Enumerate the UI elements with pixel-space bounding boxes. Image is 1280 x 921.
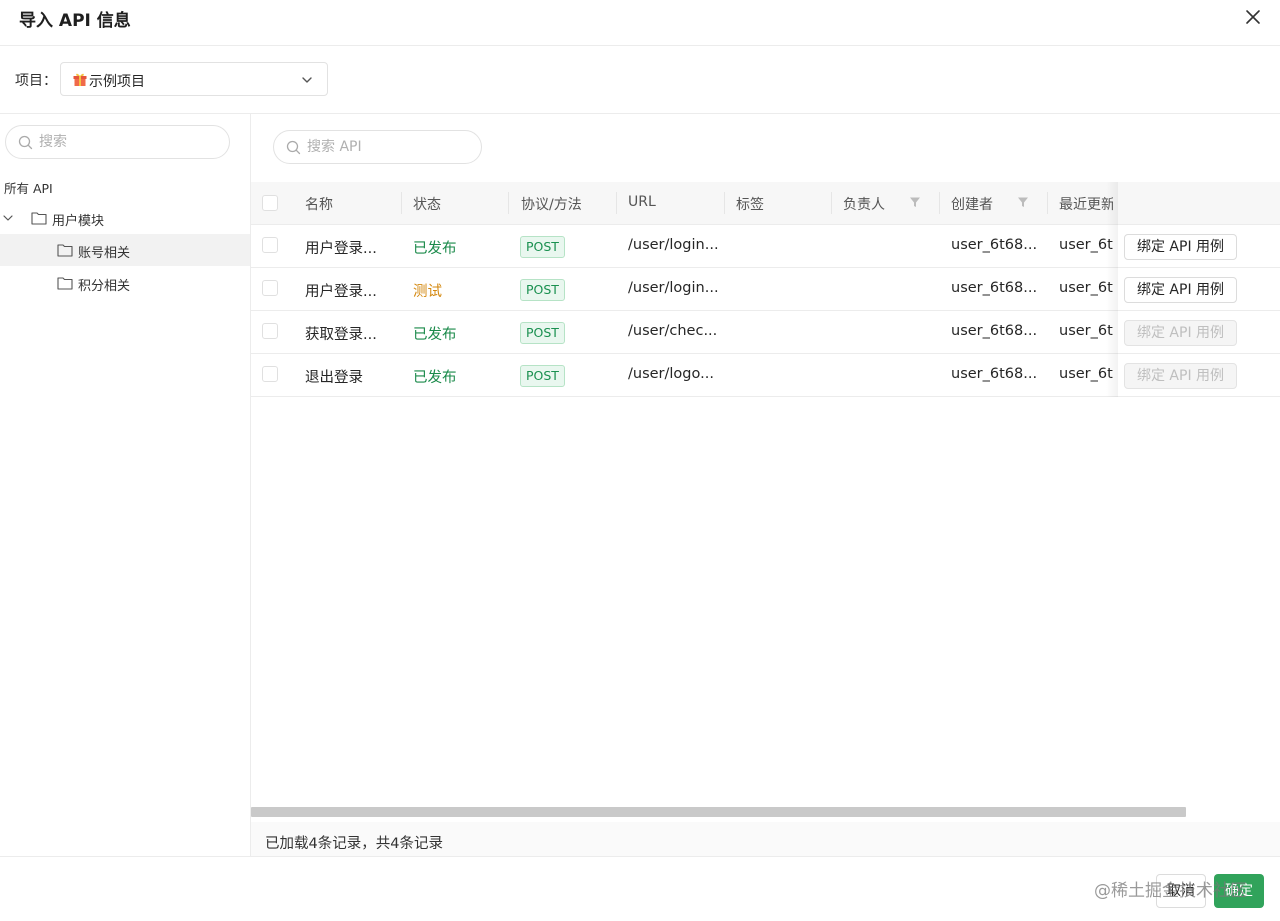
row-status: 已发布 [413,327,457,343]
tree-all-api[interactable]: 所有 API [4,178,53,197]
col-tags[interactable]: 标签 [736,194,764,214]
col-creator[interactable]: 创建者 [951,194,993,214]
api-table-panel: 名称 状态 协议/方法 URL 标签 负责人 创建者 最近更新 用户登录... … [251,114,1280,856]
col-method[interactable]: 协议/方法 [521,194,582,214]
api-search-input[interactable] [307,136,467,158]
tree-item-label: 积分相关 [78,279,131,294]
filter-icon[interactable] [909,196,921,208]
row-updated: user_6t [1059,237,1113,253]
select-all-checkbox[interactable] [262,195,278,211]
row-updated: user_6t [1059,323,1113,339]
row-creator: user_6t68... [951,366,1038,382]
col-status[interactable]: 状态 [413,194,441,214]
method-tag: POST [520,279,565,301]
row-checkbox[interactable] [262,280,278,296]
close-button[interactable] [1242,6,1264,28]
sidebar-search-input[interactable] [39,131,199,153]
row-status: 已发布 [413,241,457,257]
row-creator: user_6t68... [951,323,1038,339]
tree-item-user-module[interactable]: 用户模块 [0,202,250,234]
bind-api-case-button[interactable]: 绑定 API 用例 [1124,277,1237,303]
row-name: 获取登录... [305,327,377,343]
method-tag: POST [520,365,565,387]
row-status: 已发布 [413,370,457,386]
project-select[interactable]: 示例项目 [60,62,328,96]
row-updated: user_6t [1059,366,1113,382]
col-url[interactable]: URL [628,194,656,210]
tree-item-points[interactable]: 积分相关 [0,267,250,299]
row-checkbox[interactable] [262,323,278,339]
folder-icon [57,277,73,290]
folder-icon [31,212,47,225]
api-search[interactable] [273,130,482,164]
project-label: 项目： [15,73,57,89]
folder-icon [57,244,73,257]
cancel-button[interactable]: 取消 [1156,874,1206,908]
search-icon [286,140,301,155]
row-status: 测试 [413,284,442,300]
bind-api-case-button[interactable]: 绑定 API 用例 [1124,234,1237,260]
search-icon [18,135,33,150]
project-select-value: 示例项目 [89,74,145,90]
record-count: 已加载4条记录，共4条记录 [265,836,443,852]
row-name: 用户登录... [305,284,377,300]
sidebar: 所有 API 用户模块 账号相关 积分相关 [0,114,251,856]
caret-down-icon[interactable] [3,213,13,223]
row-url: /user/logo... [628,366,714,382]
tree-item-label: 用户模块 [52,214,105,229]
filter-icon[interactable] [1017,196,1029,208]
row-creator: user_6t68... [951,237,1038,253]
row-url: /user/chec... [628,323,718,339]
row-name: 用户登录... [305,241,377,257]
table-footer: 已加载4条记录，共4条记录 [251,822,1280,856]
table-row[interactable]: 获取登录... 已发布 POST /user/chec... user_6t68… [251,311,1280,354]
project-row: 项目： 示例项目 [0,46,1280,114]
dialog-header: 导入 API 信息 [0,0,1280,46]
table-row[interactable]: 退出登录 已发布 POST /user/logo... user_6t68...… [251,354,1280,397]
table-header: 名称 状态 协议/方法 URL 标签 负责人 创建者 最近更新 [251,182,1280,225]
method-tag: POST [520,322,565,344]
close-icon [1246,10,1260,24]
horizontal-scrollbar[interactable] [251,807,1186,817]
tree-item-label: 账号相关 [78,246,131,261]
gift-icon [73,73,87,86]
tree-item-account[interactable]: 账号相关 [0,234,250,266]
col-updated[interactable]: 最近更新 [1059,194,1113,214]
row-name: 退出登录 [305,370,363,386]
table-row[interactable]: 用户登录... 测试 POST /user/login... user_6t68… [251,268,1280,311]
row-checkbox[interactable] [262,237,278,253]
row-creator: user_6t68... [951,280,1038,296]
row-checkbox[interactable] [262,366,278,382]
row-url: /user/login... [628,280,719,296]
bind-api-case-button[interactable]: 绑定 API 用例 [1124,363,1237,389]
bind-api-case-button[interactable]: 绑定 API 用例 [1124,320,1237,346]
col-owner[interactable]: 负责人 [843,194,885,214]
method-tag: POST [520,236,565,258]
row-updated: user_6t [1059,280,1113,296]
dialog-footer: 取消 确定 @稀土掘金技术社区 [0,856,1280,921]
sidebar-search[interactable] [5,125,230,159]
confirm-button[interactable]: 确定 [1214,874,1264,908]
chevron-down-icon [302,77,312,83]
fixed-column-shadow [1106,182,1118,397]
dialog-title: 导入 API 信息 [19,11,131,31]
row-url: /user/login... [628,237,719,253]
table-row[interactable]: 用户登录... 已发布 POST /user/login... user_6t6… [251,225,1280,268]
col-name[interactable]: 名称 [305,194,333,214]
